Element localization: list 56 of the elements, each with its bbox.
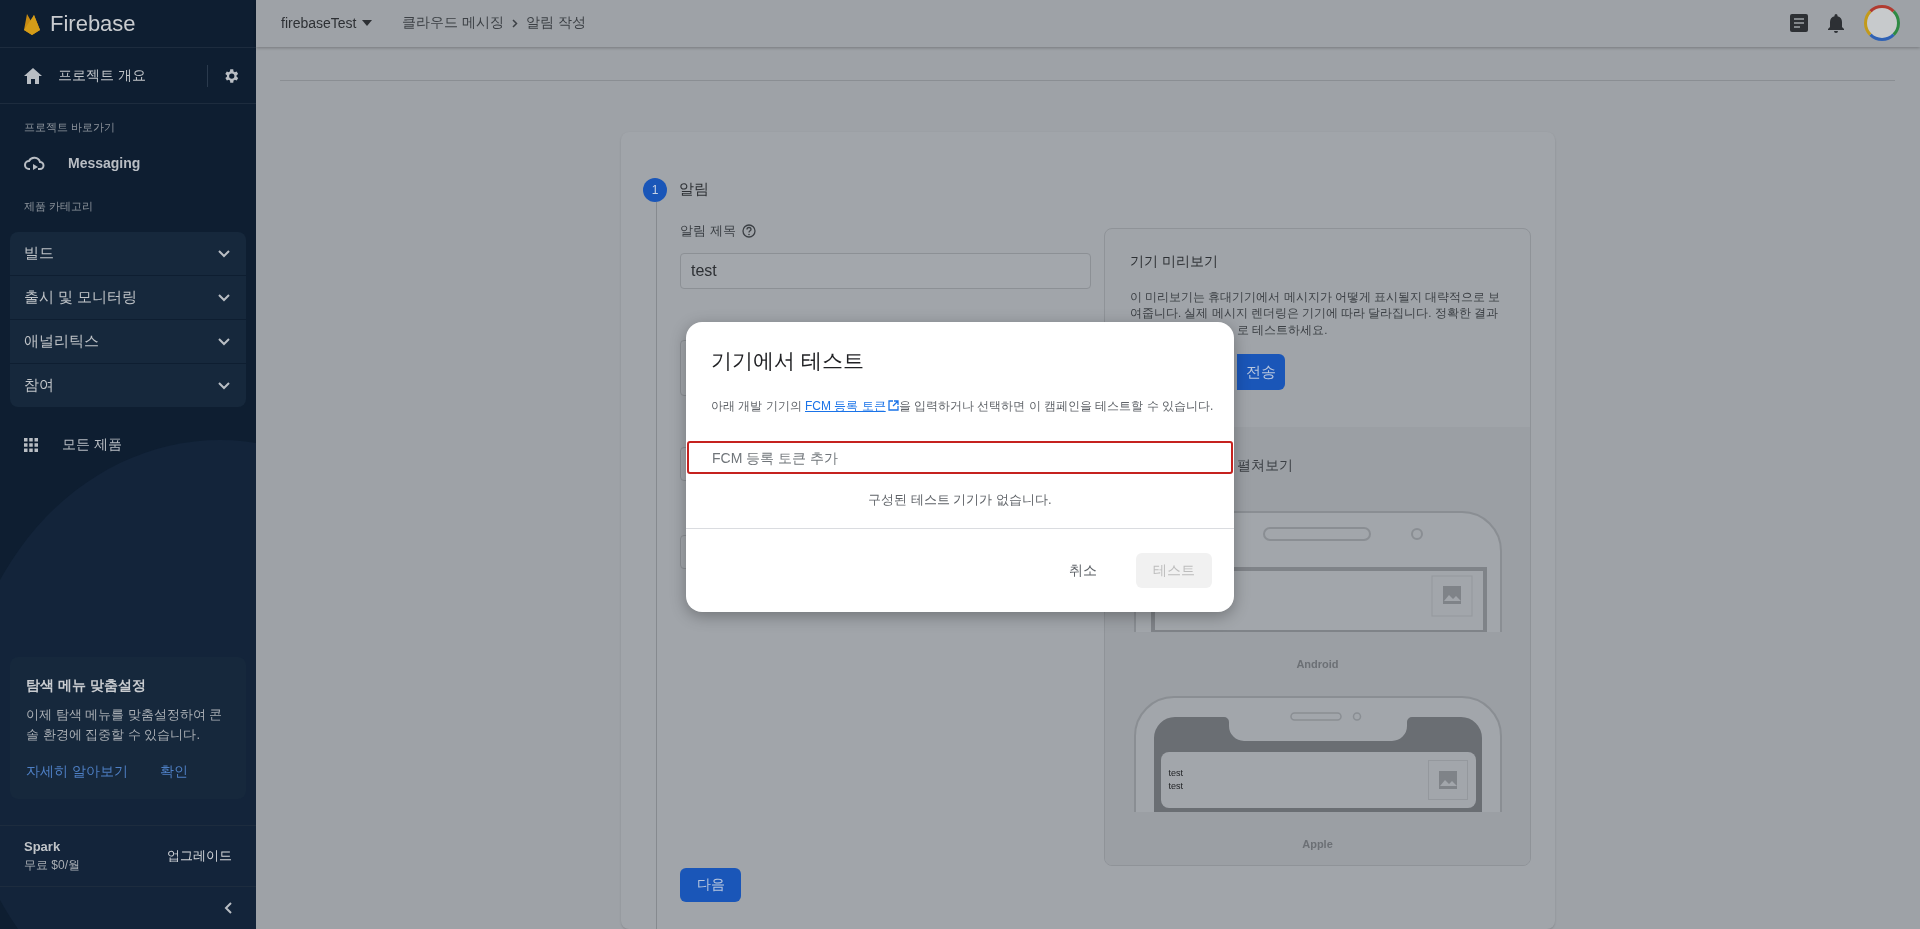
notification-text: test: [1168, 766, 1184, 780]
section-label: 제품 카테고리: [23, 199, 95, 214]
home-icon[interactable]: [24, 67, 42, 84]
collapse-icon[interactable]: [224, 902, 232, 914]
category-item[interactable]: 출시 및 모니터링: [10, 276, 246, 320]
card-link[interactable]: 자세히 알아보기: [26, 763, 128, 781]
help-icon[interactable]: [741, 223, 756, 238]
chevron-icon: [218, 293, 230, 302]
token-link[interactable]: FCM 등록 토큰: [805, 399, 899, 413]
chevron-right-icon: [512, 18, 519, 28]
panel-title: 기기 미리보기: [1130, 252, 1219, 271]
feedback-icon[interactable]: [1790, 14, 1808, 33]
chevron-icon: [218, 337, 230, 346]
caret-icon: [362, 20, 373, 27]
step-title: 알림: [679, 180, 709, 200]
next-button[interactable]: 다음: [680, 867, 741, 902]
sidebar-item[interactable]: 모든 제품: [0, 421, 256, 469]
description-line: 로 테스트하세요.: [1237, 322, 1329, 338]
brand-name: Firebase: [50, 10, 136, 37]
token-input[interactable]: FCM 등록 토큰 추가: [687, 441, 1233, 474]
card-title: 탐색 메뉴 맞춤설정: [26, 677, 147, 695]
cancel-button[interactable]: 취소: [1052, 553, 1114, 588]
flame-logo-icon: [24, 12, 40, 35]
empty-message: 구성된 테스트 기기가 없습니다.: [867, 491, 1053, 509]
dialog-description: 아래 개발 기기의 FCM 등록 토큰 을 입력하거나 선택하면 이 캠페인을 테스트할 수 있습니다.: [711, 398, 1215, 415]
external-link-icon: [887, 400, 899, 411]
bell-icon[interactable]: [1828, 13, 1844, 33]
plan-price: 무료 $0/월: [24, 856, 80, 874]
project-selector[interactable]: firebaseTest: [281, 15, 373, 32]
dialog-title: 기기에서 테스트: [711, 348, 864, 374]
input-field[interactable]: test: [680, 252, 1091, 289]
description-line: 이 미리보기는 휴대기기에서 메시지가 어떻게 표시될지 대략적으로 보: [1130, 289, 1502, 305]
sidebar-item[interactable]: Messaging: [0, 135, 256, 191]
section-label: 프로젝트 바로가기: [23, 120, 117, 135]
category-item[interactable]: 참여: [10, 364, 246, 407]
grid-icon: [24, 438, 38, 452]
breadcrumb: 알림 작성: [526, 14, 587, 33]
section-title: 펼쳐보기: [1237, 456, 1294, 475]
notification-text: test: [1168, 779, 1184, 793]
upgrade-button[interactable]: 업그레이드: [167, 841, 232, 871]
chevron-icon: [218, 249, 230, 258]
card-link[interactable]: 확인: [159, 763, 188, 781]
card-text: 이제 탐색 메뉴를 맞춤설정하여 콘솔 환경에 집중할 수 있습니다.: [26, 706, 224, 744]
chevron-icon: [218, 381, 230, 390]
breadcrumb[interactable]: 클라우드 메시징: [402, 14, 505, 33]
field-label: 알림 제목: [680, 221, 736, 240]
avatar[interactable]: [1864, 5, 1900, 42]
step-number: 1: [643, 177, 667, 202]
send-button[interactable]: 전송: [1237, 354, 1285, 391]
image-icon: [1427, 759, 1468, 800]
category-item[interactable]: 애널리틱스: [10, 320, 246, 364]
category-item[interactable]: 빌드: [10, 232, 246, 276]
cloud-icon: [24, 155, 46, 171]
project-overview-link[interactable]: 프로젝트 개요: [58, 66, 207, 85]
description-line: 여줍니다. 실제 메시지 렌더링은 기기에 따라 달라집니다. 정확한 결과: [1130, 306, 1499, 322]
plan-name: Spark: [24, 838, 62, 854]
